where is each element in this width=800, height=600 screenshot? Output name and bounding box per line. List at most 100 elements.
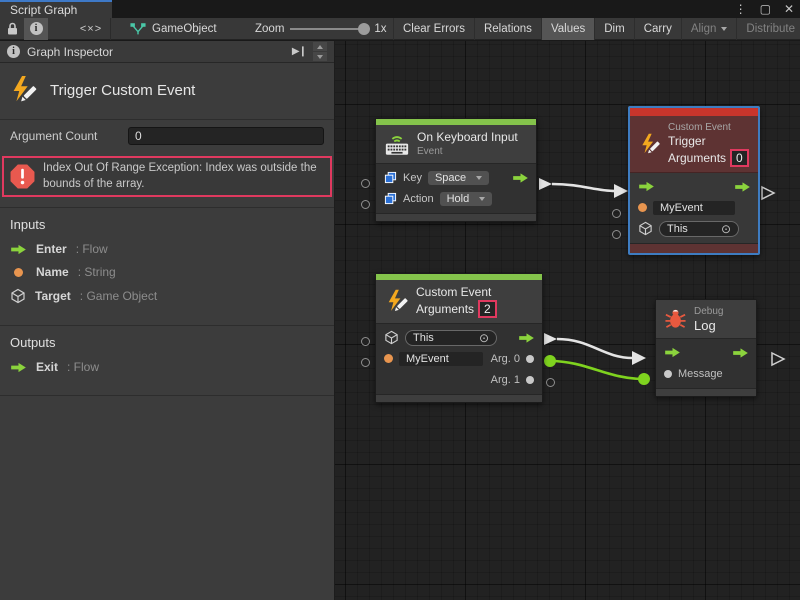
panel-spinner (313, 42, 327, 61)
target-value: This (667, 223, 688, 235)
flow-arrow-icon (518, 332, 535, 343)
input-port[interactable] (361, 358, 370, 367)
flow-output-port[interactable] (732, 347, 749, 358)
script-graph-window: Script Graph ⋮ ▢ ✕ i <×> (0, 0, 800, 600)
wire-start-arrow-icon (544, 333, 557, 345)
custom-event-icon (8, 75, 38, 105)
event-name-field[interactable]: MyEvent (399, 352, 483, 366)
inspector-header-title: Graph Inspector (27, 45, 113, 59)
game-object-icon (638, 221, 653, 236)
wire-start-dot-icon (544, 355, 556, 367)
argument-count-input[interactable] (128, 127, 324, 145)
argument-count-badge[interactable]: 2 (478, 300, 497, 318)
action-dropdown[interactable]: Hold (440, 192, 493, 206)
error-color-bar (630, 108, 758, 116)
spinner-up-icon[interactable] (313, 42, 327, 51)
string-port-icon[interactable] (384, 354, 393, 363)
node-subtitle: Event (417, 145, 518, 158)
wire-start-arrow-icon (539, 178, 552, 190)
flow-arrow-icon (732, 347, 749, 358)
zoom-slider[interactable] (290, 28, 368, 30)
unconnected-flow-icon[interactable] (772, 353, 784, 365)
flow-output-port[interactable] (518, 332, 535, 343)
list-item: Enter : Flow (10, 242, 324, 256)
port-label: Message (678, 368, 723, 380)
zoom-control: Zoom 1x (255, 18, 387, 40)
keyboard-icon (384, 133, 410, 156)
spinner-down-icon[interactable] (313, 52, 327, 61)
port-type: : String (78, 265, 116, 279)
error-message-text: Index Out Of Range Exception: Index was … (43, 161, 324, 192)
flow-input-port[interactable] (638, 181, 655, 192)
node-title: Trigger (668, 134, 749, 149)
graph-target[interactable]: GameObject (130, 18, 217, 40)
input-port[interactable] (612, 230, 621, 239)
flow-output-port[interactable] (734, 181, 751, 192)
maximize-icon[interactable]: ▢ (760, 3, 771, 15)
target-dropdown[interactable]: This ⊙ (405, 330, 497, 346)
input-port[interactable] (361, 200, 370, 209)
distribute-label: Distribute (746, 23, 795, 35)
dock-panel-icon[interactable]: ▶❙ (292, 46, 306, 57)
string-port-icon[interactable] (638, 203, 647, 212)
input-port[interactable] (361, 337, 370, 346)
error-icon (10, 164, 35, 189)
menu-icon[interactable]: ⋮ (735, 3, 747, 15)
info-icon: i (7, 45, 20, 58)
flow-output-port[interactable] (512, 172, 529, 183)
custom-event-icon (384, 289, 409, 314)
node-trigger-custom-event[interactable]: Custom Event Trigger Arguments0 (628, 106, 760, 255)
error-message-box: Index Out Of Range Exception: Index was … (2, 156, 332, 197)
relations-button[interactable]: Relations (474, 18, 541, 40)
clear-errors-button[interactable]: Clear Errors (393, 18, 474, 40)
port-name: Target (35, 289, 71, 303)
game-object-icon (10, 288, 26, 304)
value-input-port[interactable] (664, 370, 672, 378)
event-name-field[interactable]: MyEvent (653, 201, 735, 215)
unconnected-flow-icon[interactable] (762, 187, 774, 199)
input-port[interactable] (612, 209, 621, 218)
value-output-port[interactable] (526, 355, 534, 363)
inputs-title: Inputs (10, 217, 324, 232)
inspector-toggle-button[interactable]: i (24, 18, 48, 40)
outputs-title: Outputs (10, 335, 324, 350)
unit-title: Trigger Custom Event (50, 82, 195, 99)
node-title: Arguments (668, 151, 726, 165)
port-label: Action (403, 193, 434, 205)
flow-input-port[interactable] (664, 347, 681, 358)
inputs-section: Inputs Enter : Flow Name : String (0, 207, 334, 325)
port-name: Name (36, 265, 69, 279)
align-dropdown[interactable]: Align (681, 18, 737, 40)
inspector-empty-area (0, 395, 334, 600)
chevron-down-icon (479, 197, 485, 201)
node-custom-event[interactable]: Custom Event Arguments2 This ⊙ (375, 273, 543, 403)
distribute-dropdown[interactable]: Distribute (736, 18, 800, 40)
node-footer (630, 243, 758, 253)
target-dropdown[interactable]: This ⊙ (659, 221, 739, 237)
close-icon[interactable]: ✕ (784, 3, 794, 15)
values-button[interactable]: Values (541, 18, 594, 40)
inspector-header: i Graph Inspector ▶❙ (0, 41, 334, 63)
chevron-down-icon (476, 176, 482, 180)
argument-count-badge[interactable]: 0 (730, 149, 749, 167)
key-dropdown[interactable]: Space (428, 171, 489, 185)
list-item: Target : Game Object (10, 288, 324, 304)
tab-script-graph[interactable]: Script Graph (0, 0, 112, 18)
object-picker-icon[interactable]: ⊙ (721, 223, 731, 235)
node-category: Debug (694, 305, 723, 318)
object-picker-icon[interactable]: ⊙ (479, 332, 489, 344)
graph-canvas[interactable]: On Keyboard Input Event Key Space (335, 41, 800, 600)
input-port[interactable] (361, 179, 370, 188)
action-value: Hold (447, 193, 470, 205)
value-output-port[interactable] (526, 376, 534, 384)
node-debug-log[interactable]: Debug Log Messa (655, 299, 757, 397)
wire-end-arrow-icon (632, 351, 646, 365)
input-port[interactable] (546, 378, 555, 387)
list-item: Name : String (10, 265, 324, 279)
lock-button[interactable] (0, 18, 24, 40)
carry-button[interactable]: Carry (634, 18, 681, 40)
code-preview-button[interactable]: <×> (66, 18, 116, 40)
node-on-keyboard-input[interactable]: On Keyboard Input Event Key Space (375, 118, 537, 222)
zoom-slider-handle[interactable] (358, 23, 370, 35)
dim-button[interactable]: Dim (594, 18, 633, 40)
